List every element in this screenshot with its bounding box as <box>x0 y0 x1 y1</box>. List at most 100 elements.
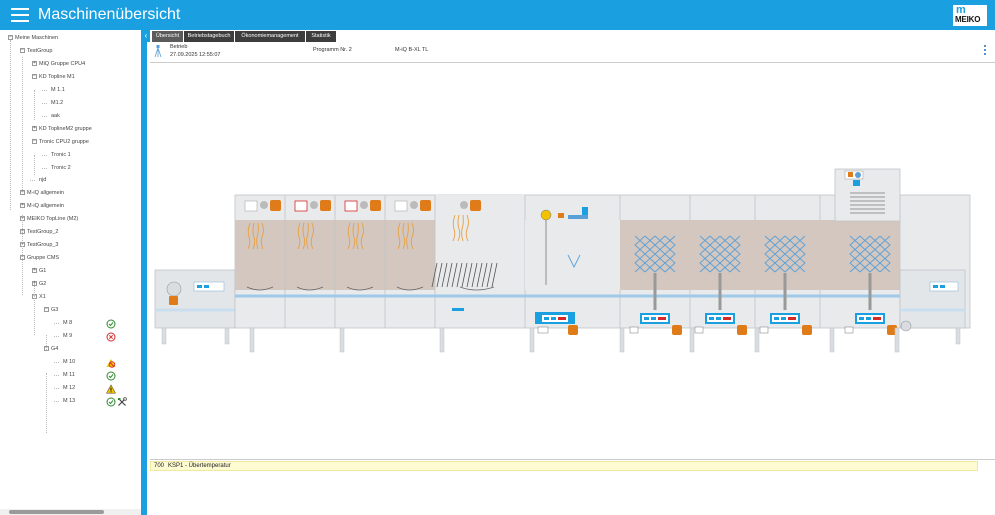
tree-item-label: Meine Maschinen <box>15 35 59 41</box>
tree-connector <box>34 90 35 120</box>
tree-connector <box>34 155 35 175</box>
tree-item-label: M 8 <box>63 319 73 326</box>
tree-item[interactable]: M 13 <box>0 396 141 407</box>
tree-item-label: Tronic 2 <box>51 164 71 171</box>
tree-item-label: G4 <box>51 345 59 352</box>
app-title: Maschinenübersicht <box>38 6 181 23</box>
tree-item[interactable]: M 10 <box>0 358 141 368</box>
x-circle-icon <box>106 332 116 342</box>
tree-connector <box>54 400 59 402</box>
tree-connector <box>46 335 47 350</box>
tree-item[interactable]: − TestGroup <box>0 47 141 57</box>
service-tools-icon <box>118 396 127 406</box>
tree-item-label: KD Topline M1 <box>39 73 75 80</box>
tree-connector <box>42 89 47 91</box>
check-circle-icon <box>106 371 116 381</box>
tree-expand-icon[interactable]: + <box>20 203 25 209</box>
alarm-message-bar[interactable]: 700 KSP1 - Übertemperatur <box>150 461 978 471</box>
tree-connector <box>42 167 47 169</box>
alarm-text: KSP1 - Übertemperatur <box>168 463 231 469</box>
tree-item[interactable]: + M-iQ allgemein <box>0 202 141 212</box>
tree-collapse-icon[interactable]: − <box>44 306 49 312</box>
tree-item-label: Gruppe CMS <box>27 255 60 262</box>
tree-item[interactable]: − G4 <box>0 345 141 355</box>
tree-item-label: G2 <box>39 281 47 288</box>
scrollbar-thumb[interactable] <box>9 510 104 514</box>
machine-model: M-iQ B-XL TL <box>395 47 429 53</box>
tab-0[interactable]: Übersicht <box>152 31 183 42</box>
tree-connector <box>54 335 59 337</box>
tree-connector <box>22 215 23 295</box>
tree-item-label: M 10 <box>63 358 76 365</box>
tree-item-label: TestGroup_3 <box>27 242 59 249</box>
tree-item[interactable]: M 12 <box>0 383 141 394</box>
machine-info-row: Betrieb 27.09.2025 12:55:07 Programm Nr.… <box>150 42 995 63</box>
tree-item-label: M1.2 <box>51 99 64 106</box>
tree-connector <box>54 387 59 389</box>
tree-item[interactable]: M 9 <box>0 332 141 342</box>
hamburger-menu-icon[interactable] <box>11 8 29 22</box>
tree-expand-icon[interactable]: + <box>32 125 37 131</box>
tree-connector <box>54 322 59 324</box>
tree-connector <box>22 57 23 192</box>
logo-text: MEIKO <box>955 15 981 24</box>
tree-connector <box>34 283 35 335</box>
tree-item[interactable]: − Meine Maschinen <box>0 34 141 44</box>
logo-letter: m <box>956 4 966 16</box>
tree-item-label: Tronic 1 <box>51 151 71 158</box>
tree-expand-icon[interactable]: + <box>32 60 37 66</box>
tree-connector <box>46 373 47 433</box>
collapse-sidebar-button[interactable]: ‹ <box>142 30 150 42</box>
more-vertical-icon[interactable] <box>983 45 987 59</box>
tree-item-label: TestGroup_2 <box>27 229 59 236</box>
check-circle-icon <box>106 319 116 329</box>
tab-3[interactable]: Statistik <box>306 31 336 42</box>
tree-item-label: X1 <box>39 294 46 300</box>
tree-item-label: M 11 <box>63 371 75 378</box>
tree-item-label: M 12 <box>63 384 76 391</box>
tree-collapse-icon[interactable]: − <box>32 138 37 144</box>
offline-icon <box>106 358 116 368</box>
machine-schematic <box>154 168 971 353</box>
tree-item-label: njd <box>39 177 47 184</box>
tree-connector <box>54 374 59 376</box>
spray-status-icon <box>154 45 162 58</box>
tree-item-label: aak <box>51 112 60 119</box>
tree-item-label: KD ToplineM2 gruppe <box>39 125 92 132</box>
tree-item-label: MiQ Gruppe CPU4 <box>39 60 86 67</box>
tree-connector <box>42 102 47 104</box>
tree-collapse-icon[interactable]: − <box>20 47 25 53</box>
tree-item-label: M 13 <box>63 397 76 404</box>
tree-connector <box>30 180 35 182</box>
tree-item-label: MEIKO TopLine (M2) <box>27 216 79 223</box>
tree-item-label: M 1.1 <box>51 86 65 93</box>
tree-item-label: M-iQ allgemein <box>27 190 64 197</box>
tree-item[interactable]: − G3 <box>0 306 141 316</box>
tree-item-label: G1 <box>39 268 47 275</box>
tree-collapse-icon[interactable]: − <box>32 73 37 79</box>
tree-expand-icon[interactable]: + <box>32 268 37 274</box>
tab-1[interactable]: Betriebstagebuch <box>184 31 234 42</box>
sidebar-divider[interactable] <box>141 30 147 515</box>
tree-connector <box>54 361 59 363</box>
tree-item-label: M-iQ allgemein <box>27 203 64 210</box>
tree-item[interactable]: M 11 <box>0 371 141 381</box>
machine-tree: − Meine Maschinen − TestGroup + MiQ Gruppe CP… <box>0 30 141 515</box>
check-circle-icon <box>106 397 116 407</box>
tree-connector <box>42 154 47 156</box>
machine-datetime: 27.09.2025 12:55:07 <box>170 52 221 58</box>
tree-item-label: G3 <box>51 306 59 313</box>
alarm-code: 700 <box>154 463 165 469</box>
tab-2[interactable]: Ökonomiemanagement <box>235 31 305 42</box>
app-header: Maschinenübersicht m MEIKO <box>0 0 995 30</box>
sidebar-horizontal-scrollbar[interactable] <box>0 509 141 515</box>
tree-item-label: Tronic CPU2 gruppe <box>39 138 89 145</box>
tree-connector <box>42 115 47 117</box>
machine-status-text: Betrieb <box>170 44 188 50</box>
meiko-logo: m MEIKO <box>953 5 987 26</box>
tree-item-label: TestGroup <box>27 47 53 54</box>
content-separator <box>150 459 995 460</box>
tree-connector <box>10 40 11 210</box>
tree-item[interactable]: M 8 <box>0 319 141 329</box>
warning-icon <box>106 383 116 394</box>
